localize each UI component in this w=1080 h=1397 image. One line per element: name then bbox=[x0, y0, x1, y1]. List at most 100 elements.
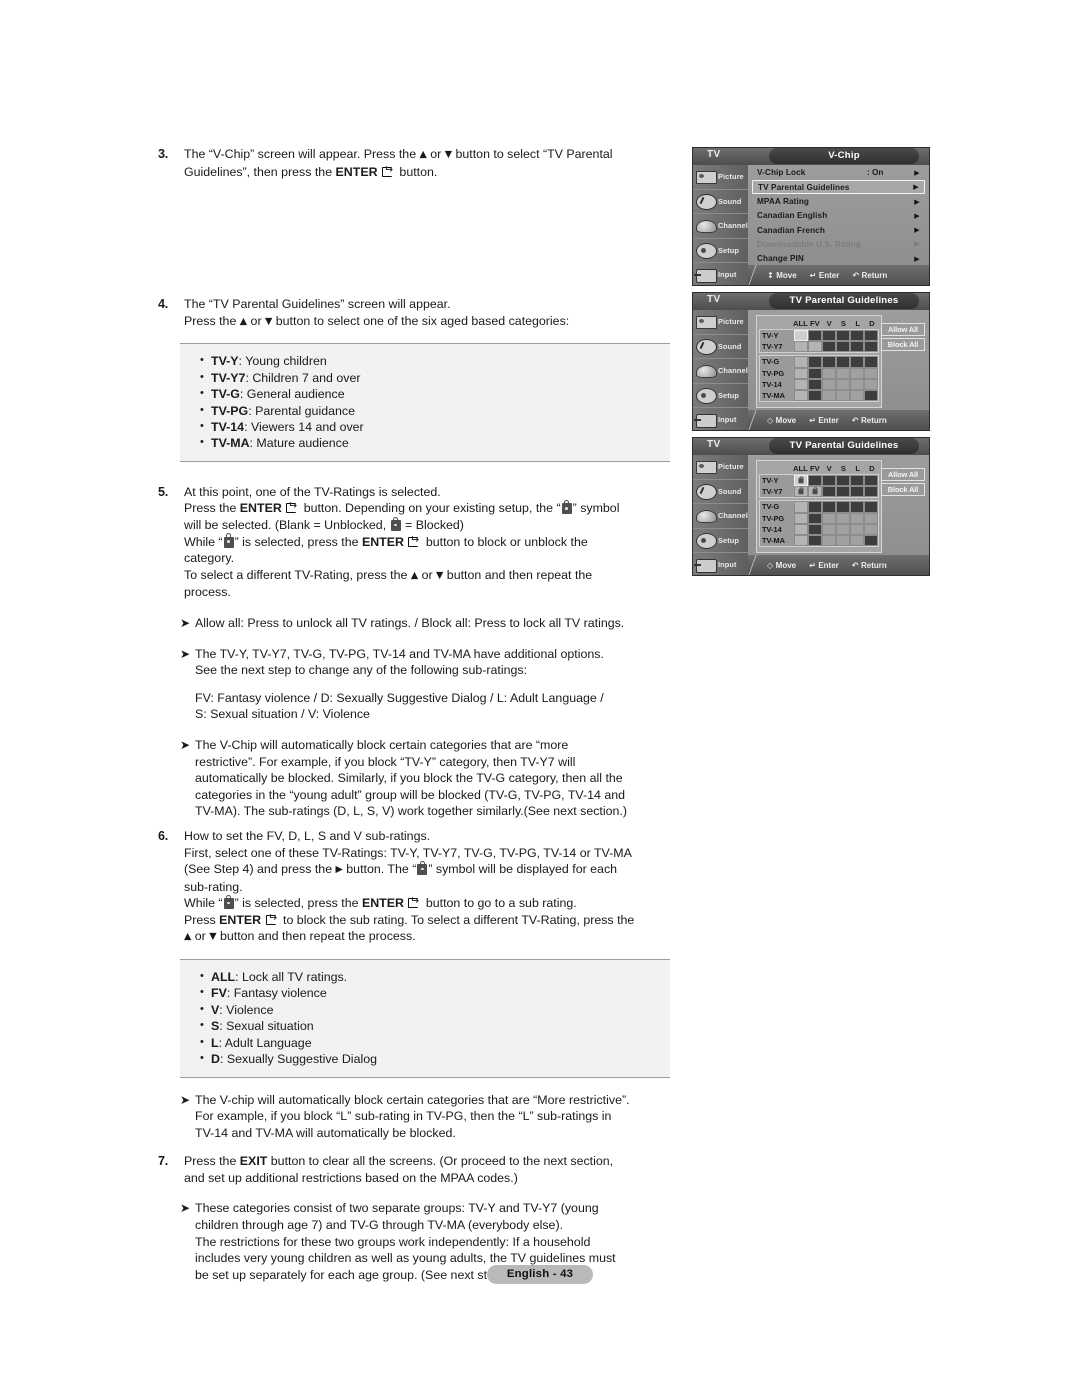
cell-v[interactable] bbox=[822, 389, 836, 402]
cell-l[interactable] bbox=[850, 378, 864, 390]
cell-v[interactable] bbox=[822, 523, 836, 535]
cell-d[interactable] bbox=[864, 512, 878, 524]
cell-v[interactable] bbox=[822, 378, 836, 390]
table-row[interactable]: TV-14 bbox=[760, 523, 878, 535]
table-row[interactable]: TV-Y bbox=[760, 330, 878, 342]
cell-v[interactable] bbox=[822, 475, 836, 487]
cell-d[interactable] bbox=[864, 389, 878, 402]
cell-all[interactable] bbox=[794, 534, 808, 547]
cell-fv[interactable] bbox=[808, 475, 822, 487]
menu-item-change-pin[interactable]: Change PIN ▶ bbox=[752, 252, 925, 265]
cell-s[interactable] bbox=[836, 378, 850, 390]
cell-l[interactable] bbox=[850, 389, 864, 402]
cell-s[interactable] bbox=[836, 389, 850, 402]
allow-all-button[interactable]: Allow All bbox=[881, 468, 925, 481]
cell-fv[interactable] bbox=[808, 341, 822, 353]
cell-v[interactable] bbox=[822, 501, 836, 513]
cell-fv[interactable] bbox=[808, 367, 822, 379]
menu-item-canadian-english[interactable]: Canadian English ▶ bbox=[752, 209, 925, 222]
menu-item-vchip-lock[interactable]: V-Chip Lock: On ▶ bbox=[752, 166, 925, 179]
cell-d[interactable] bbox=[864, 475, 878, 487]
cell-fv[interactable] bbox=[808, 534, 822, 547]
block-all-button[interactable]: Block All bbox=[881, 338, 925, 351]
cell-v[interactable] bbox=[822, 486, 836, 498]
cell-s[interactable] bbox=[836, 501, 850, 513]
cell-s[interactable] bbox=[836, 512, 850, 524]
cell-v[interactable] bbox=[822, 512, 836, 524]
sidebar-item-channel[interactable]: Channel bbox=[693, 214, 748, 239]
sidebar-item-input[interactable]: Input bbox=[693, 553, 748, 575]
cell-fv[interactable] bbox=[808, 378, 822, 390]
cell-l[interactable] bbox=[850, 501, 864, 513]
cell-d[interactable] bbox=[864, 378, 878, 390]
cell-l[interactable] bbox=[850, 341, 864, 353]
sidebar-item-setup[interactable]: Setup bbox=[693, 529, 748, 553]
cell-d[interactable] bbox=[864, 367, 878, 379]
cell-all[interactable] bbox=[794, 475, 808, 487]
cell-s[interactable] bbox=[836, 341, 850, 353]
cell-all[interactable] bbox=[794, 330, 808, 342]
sidebar-item-picture[interactable]: Picture bbox=[693, 165, 748, 190]
sidebar-item-setup[interactable]: Setup bbox=[693, 384, 748, 408]
table-row[interactable]: TV-MA bbox=[760, 389, 878, 402]
cell-fv[interactable] bbox=[808, 512, 822, 524]
sidebar-item-channel[interactable]: Channel bbox=[693, 359, 748, 384]
cell-fv[interactable] bbox=[808, 501, 822, 513]
cell-fv[interactable] bbox=[808, 389, 822, 402]
cell-v[interactable] bbox=[822, 534, 836, 547]
sidebar-item-sound[interactable]: Sound bbox=[693, 480, 748, 504]
table-row[interactable]: TV-PG bbox=[760, 367, 878, 379]
cell-d[interactable] bbox=[864, 341, 878, 353]
cell-l[interactable] bbox=[850, 486, 864, 498]
table-row[interactable]: TV-Y7 bbox=[760, 486, 878, 498]
sidebar-item-channel[interactable]: Channel bbox=[693, 504, 748, 529]
cell-d[interactable] bbox=[864, 534, 878, 547]
table-row[interactable]: TV-14 bbox=[760, 378, 878, 390]
cell-v[interactable] bbox=[822, 330, 836, 342]
cell-all[interactable] bbox=[794, 523, 808, 535]
menu-item-canadian-french[interactable]: Canadian French ▶ bbox=[752, 224, 925, 237]
table-row[interactable]: TV-MA bbox=[760, 534, 878, 547]
sidebar-item-picture[interactable]: Picture bbox=[693, 310, 748, 335]
cell-d[interactable] bbox=[864, 486, 878, 498]
cell-s[interactable] bbox=[836, 523, 850, 535]
cell-l[interactable] bbox=[850, 367, 864, 379]
cell-v[interactable] bbox=[822, 356, 836, 368]
cell-s[interactable] bbox=[836, 475, 850, 487]
cell-all[interactable] bbox=[794, 341, 808, 353]
cell-all[interactable] bbox=[794, 378, 808, 390]
cell-all[interactable] bbox=[794, 356, 808, 368]
cell-fv[interactable] bbox=[808, 356, 822, 368]
cell-v[interactable] bbox=[822, 341, 836, 353]
cell-l[interactable] bbox=[850, 534, 864, 547]
cell-fv[interactable] bbox=[808, 523, 822, 535]
cell-l[interactable] bbox=[850, 475, 864, 487]
sidebar-item-picture[interactable]: Picture bbox=[693, 455, 748, 480]
cell-s[interactable] bbox=[836, 330, 850, 342]
menu-item-mpaa-rating[interactable]: MPAA Rating ▶ bbox=[752, 195, 925, 208]
cell-s[interactable] bbox=[836, 534, 850, 547]
menu-item-tv-parental-guidelines[interactable]: TV Parental Guidelines ▶ bbox=[752, 180, 925, 195]
cell-l[interactable] bbox=[850, 330, 864, 342]
cell-d[interactable] bbox=[864, 523, 878, 535]
cell-fv[interactable] bbox=[808, 330, 822, 342]
cell-s[interactable] bbox=[836, 486, 850, 498]
sidebar-item-setup[interactable]: Setup bbox=[693, 239, 748, 263]
cell-all[interactable] bbox=[794, 486, 808, 498]
cell-all[interactable] bbox=[794, 367, 808, 379]
block-all-button[interactable]: Block All bbox=[881, 483, 925, 496]
cell-d[interactable] bbox=[864, 356, 878, 368]
cell-l[interactable] bbox=[850, 512, 864, 524]
table-row[interactable]: TV-Y bbox=[760, 475, 878, 487]
sidebar-item-sound[interactable]: Sound bbox=[693, 335, 748, 359]
cell-d[interactable] bbox=[864, 501, 878, 513]
cell-v[interactable] bbox=[822, 367, 836, 379]
cell-all[interactable] bbox=[794, 389, 808, 402]
cell-l[interactable] bbox=[850, 356, 864, 368]
cell-d[interactable] bbox=[864, 330, 878, 342]
sidebar-item-input[interactable]: Input bbox=[693, 263, 748, 285]
sidebar-item-sound[interactable]: Sound bbox=[693, 190, 748, 214]
table-row[interactable]: TV-Y7 bbox=[760, 341, 878, 353]
cell-s[interactable] bbox=[836, 356, 850, 368]
table-row[interactable]: TV-G bbox=[760, 356, 878, 368]
